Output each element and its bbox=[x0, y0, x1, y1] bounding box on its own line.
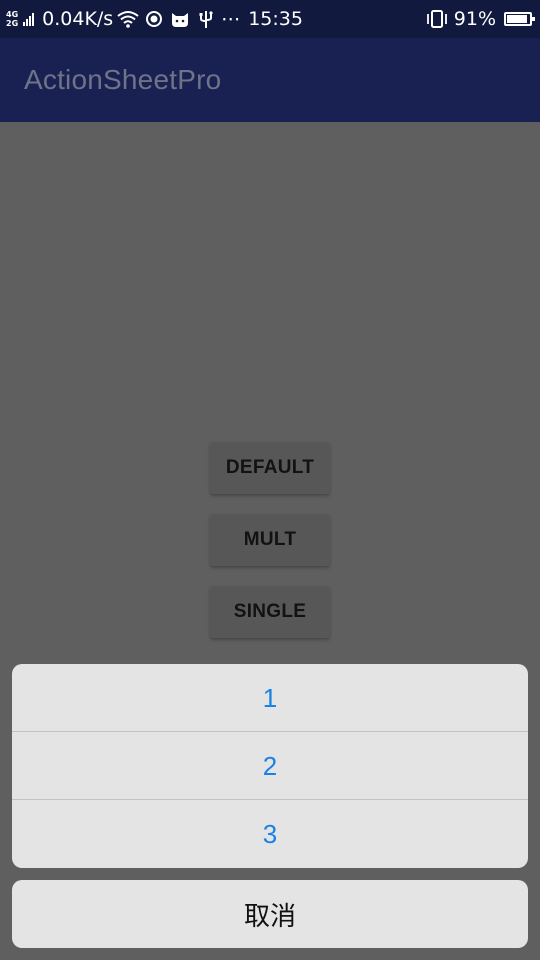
network-type-top: 4G bbox=[6, 10, 19, 19]
battery-icon bbox=[504, 12, 535, 26]
mult-button[interactable]: MULT bbox=[210, 514, 330, 566]
app-bar: ActionSheetPro bbox=[0, 38, 540, 122]
action-sheet-item-3[interactable]: 3 bbox=[12, 800, 528, 868]
vibrate-icon bbox=[426, 8, 448, 30]
app-title: ActionSheetPro bbox=[24, 64, 222, 95]
status-time: 15:35 bbox=[248, 8, 303, 30]
network-type-bottom: 2G bbox=[6, 19, 19, 28]
single-button[interactable]: SINGLE bbox=[210, 586, 330, 638]
location-icon bbox=[143, 8, 165, 30]
network-type: 4G 2G bbox=[6, 10, 18, 28]
battery-fill bbox=[507, 15, 528, 23]
action-sheet-item-2[interactable]: 2 bbox=[12, 732, 528, 800]
cancel-button[interactable]: 取消 bbox=[12, 880, 528, 948]
network-speed: 0.04K/s bbox=[42, 8, 114, 30]
more-notifications-icon: ⋯ bbox=[221, 8, 241, 30]
action-sheet-item-1[interactable]: 1 bbox=[12, 664, 528, 732]
default-button[interactable]: DEFAULT bbox=[210, 442, 330, 494]
action-sheet: 1 2 3 bbox=[12, 664, 528, 868]
status-bar-left: 4G 2G 0.04K/s ⋯ 15:35 bbox=[6, 0, 303, 38]
status-bar-right: 91% bbox=[426, 0, 535, 38]
status-bar: 4G 2G 0.04K/s ⋯ 15:35 91% bbox=[0, 0, 540, 38]
battery-percent: 91% bbox=[453, 8, 496, 30]
signal-icon bbox=[23, 12, 35, 26]
usb-icon bbox=[195, 8, 217, 30]
wifi-icon bbox=[117, 8, 139, 30]
cat-app-icon bbox=[169, 8, 191, 30]
